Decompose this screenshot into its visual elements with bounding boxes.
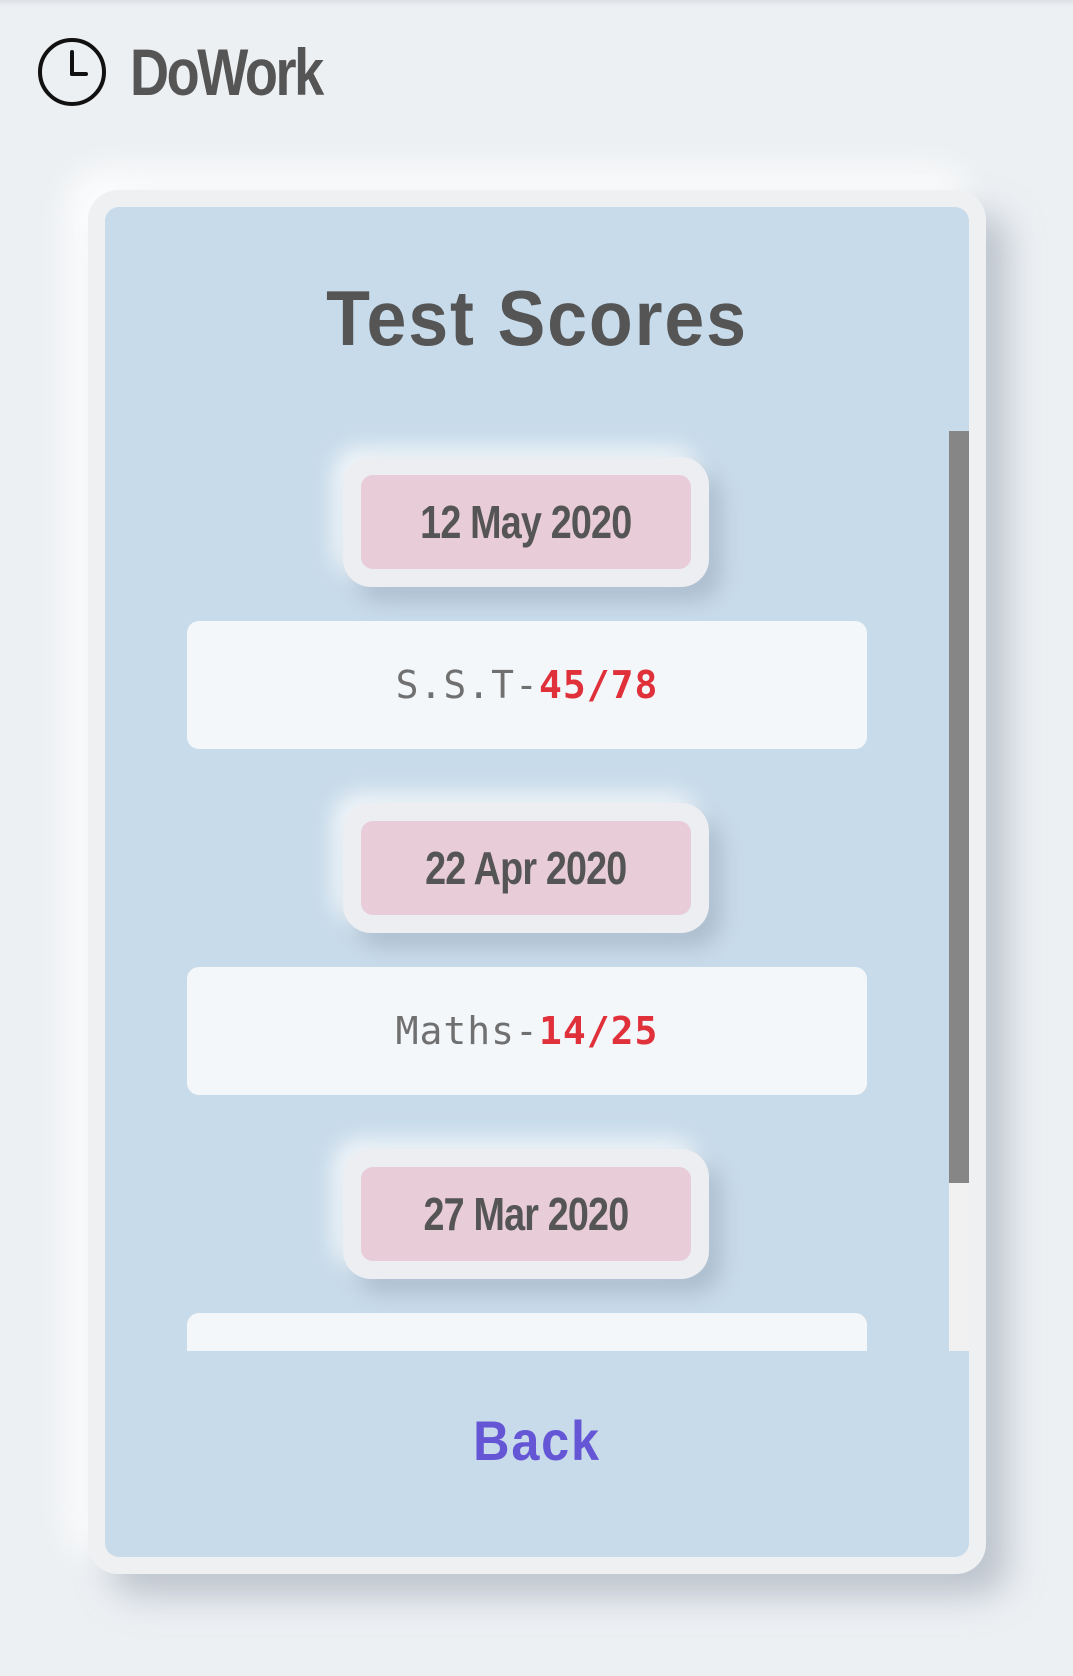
date-badge: 22 Apr 2020 [343, 803, 709, 933]
date-badge-inner: 22 Apr 2020 [361, 821, 691, 915]
scrollbar[interactable] [949, 431, 969, 1351]
score-value: 45/78 [538, 663, 659, 707]
score-row [187, 1313, 867, 1351]
test-scores-card: Test Scores 12 May 2020 S.S.T- 45/78 22 A… [88, 190, 986, 1574]
date-badge-inner: 12 May 2020 [361, 475, 691, 569]
score-row: S.S.T- 45/78 [187, 621, 867, 749]
back-button[interactable]: Back [148, 1413, 926, 1469]
date-label: 27 Mar 2020 [423, 1188, 630, 1240]
scores-list[interactable]: 12 May 2020 S.S.T- 45/78 22 Apr 2020 Math… [105, 431, 969, 1351]
date-badge: 27 Mar 2020 [343, 1149, 709, 1279]
subject-label: S.S.T- [395, 663, 539, 707]
subject-label: Maths- [395, 1009, 539, 1053]
score-row: Maths- 14/25 [187, 967, 867, 1095]
date-label: 22 Apr 2020 [425, 842, 627, 894]
scrollbar-thumb[interactable] [949, 431, 969, 1183]
top-edge [0, 0, 1073, 6]
card-panel: Test Scores 12 May 2020 S.S.T- 45/78 22 A… [105, 207, 969, 1557]
app-header: DoWork [36, 36, 364, 108]
date-badge-inner: 27 Mar 2020 [361, 1167, 691, 1261]
date-badge: 12 May 2020 [343, 457, 709, 587]
app-title: DoWork [130, 35, 324, 109]
page-title: Test Scores [326, 274, 748, 362]
score-value: 14/25 [538, 1009, 659, 1053]
date-label: 12 May 2020 [420, 496, 632, 548]
clock-icon [38, 38, 106, 106]
